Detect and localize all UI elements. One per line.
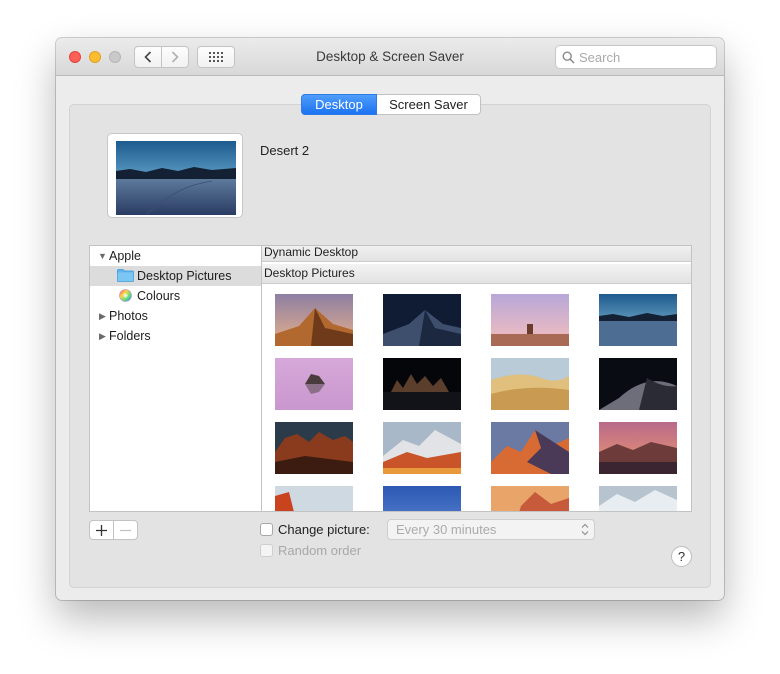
wallpaper-thumbnail[interactable] — [599, 486, 677, 511]
sidebar-item-folders[interactable]: ▶ Folders — [90, 326, 261, 346]
plus-icon — [96, 524, 107, 536]
interval-value: Every 30 minutes — [396, 522, 497, 537]
tab-bar: Desktop Screen Saver — [301, 94, 481, 115]
sidebar-item-label: Photos — [109, 309, 148, 323]
search-input[interactable] — [579, 49, 713, 66]
sidebar-item-label: Colours — [137, 289, 181, 303]
current-picture-name: Desert 2 — [260, 143, 310, 158]
wallpaper-thumbnail[interactable] — [599, 422, 677, 474]
sidebar-item-colours[interactable]: Colours — [90, 286, 261, 306]
disclosure-open-icon[interactable]: ▼ — [98, 246, 107, 266]
wallpaper-thumbnail[interactable] — [275, 422, 353, 474]
search-icon — [562, 51, 575, 64]
color-wheel-icon — [119, 289, 132, 302]
wallpaper-thumbnail[interactable] — [275, 358, 353, 410]
folder-icon — [117, 269, 134, 282]
wallpaper-thumbnail[interactable] — [599, 294, 677, 346]
interval-popup[interactable]: Every 30 minutes — [387, 519, 595, 540]
title-bar: Desktop & Screen Saver — [56, 38, 724, 76]
wallpaper-thumbnail[interactable] — [491, 422, 569, 474]
change-picture-checkbox[interactable] — [260, 523, 273, 536]
wallpaper-thumbnail[interactable] — [275, 294, 353, 346]
picture-browser: Dynamic Desktop Desktop Pictures — [261, 245, 692, 512]
random-order-label: Random order — [278, 543, 362, 558]
source-list: ▼ Apple Desktop Pictures Colours ▶ Photo… — [89, 245, 261, 512]
remove-folder-button[interactable] — [113, 520, 138, 540]
disclosure-closed-icon[interactable]: ▶ — [99, 306, 106, 326]
sidebar-item-label: Folders — [109, 329, 151, 343]
preferences-window: Desktop & Screen Saver Desktop Screen Sa… — [56, 38, 724, 600]
wallpaper-thumbnail[interactable] — [383, 486, 461, 511]
current-picture-preview — [116, 141, 236, 215]
random-order-checkbox[interactable] — [260, 544, 273, 557]
section-header-pictures: Desktop Pictures — [262, 264, 691, 284]
search-field[interactable] — [555, 45, 717, 69]
wallpaper-thumbnail[interactable] — [383, 358, 461, 410]
wallpaper-thumbnail[interactable] — [383, 422, 461, 474]
minus-icon — [120, 529, 131, 531]
section-header-dynamic: Dynamic Desktop — [262, 246, 691, 262]
add-folder-button[interactable] — [89, 520, 114, 540]
updown-arrows-icon — [581, 523, 589, 536]
wallpaper-thumbnail[interactable] — [599, 358, 677, 410]
disclosure-closed-icon[interactable]: ▶ — [99, 326, 106, 346]
wallpaper-thumbnail[interactable] — [491, 486, 569, 511]
wallpaper-thumbnail[interactable] — [275, 486, 353, 511]
sidebar-item-apple[interactable]: ▼ Apple — [90, 246, 261, 266]
sidebar-item-label: Apple — [109, 249, 141, 263]
change-picture-label: Change picture: — [278, 522, 370, 537]
current-picture-well[interactable] — [107, 133, 243, 218]
tab-desktop[interactable]: Desktop — [301, 94, 377, 115]
tab-screen-saver[interactable]: Screen Saver — [377, 94, 481, 115]
wallpaper-thumbnail[interactable] — [383, 294, 461, 346]
wallpaper-thumbnail[interactable] — [491, 358, 569, 410]
sidebar-item-desktop-pictures[interactable]: Desktop Pictures — [90, 266, 261, 286]
sidebar-item-photos[interactable]: ▶ Photos — [90, 306, 261, 326]
sidebar-item-label: Desktop Pictures — [137, 269, 232, 283]
help-button[interactable]: ? — [671, 546, 692, 567]
wallpaper-thumbnail[interactable] — [491, 294, 569, 346]
